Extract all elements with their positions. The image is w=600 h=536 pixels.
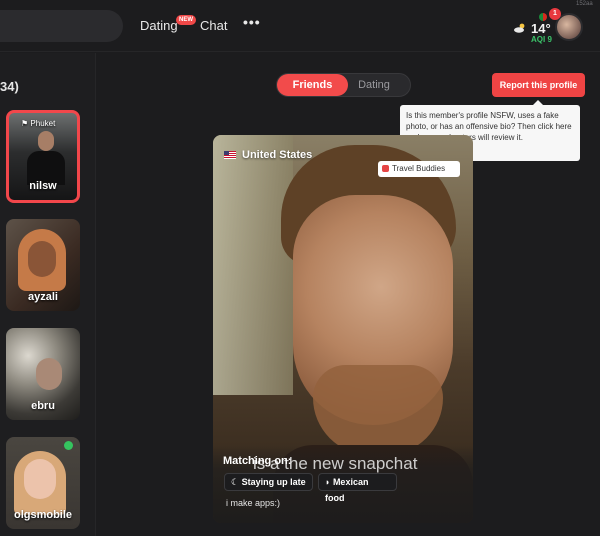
sidebar-profile-nilsw[interactable]: ⚑ Phuket nilsw xyxy=(6,110,80,203)
nav-dating-link[interactable]: Dating xyxy=(140,18,178,33)
online-status-dot xyxy=(64,441,73,450)
sidebar-profile-ayzali[interactable]: ayzali xyxy=(6,219,80,311)
suitcase-icon xyxy=(382,165,389,172)
photo-background xyxy=(213,135,293,395)
travel-buddies-badge: Travel Buddies xyxy=(378,161,460,177)
tab-friends[interactable]: Friends xyxy=(277,74,348,96)
interest-tag[interactable]: ☾ Staying up late xyxy=(224,473,313,491)
new-badge: NEW xyxy=(176,15,196,25)
photo-beard xyxy=(313,365,443,455)
corner-code: 152aa xyxy=(576,1,593,7)
aqi-value: AQI 9 xyxy=(531,35,552,44)
thumb-name: olgsmobile xyxy=(13,509,73,521)
thumb-name: nilsw xyxy=(29,180,57,192)
search-input[interactable] xyxy=(0,10,123,42)
sidebar-profile-olgsmobile[interactable]: olgsmobile xyxy=(6,437,80,529)
us-flag-icon xyxy=(224,151,236,159)
taco-icon: ◗ xyxy=(325,477,333,487)
nav-chat-link[interactable]: Chat xyxy=(200,18,227,33)
cloud-sun-icon xyxy=(514,23,525,33)
report-profile-button[interactable]: Report this profile xyxy=(492,73,585,97)
sidebar-profile-ebru[interactable]: ebru xyxy=(6,328,80,420)
sidebar-heading: 34) xyxy=(0,79,19,94)
thumb-name: ayzali xyxy=(28,291,58,303)
thumb-location-text: Phuket xyxy=(30,119,56,128)
profile-photo xyxy=(36,358,62,390)
matching-label: Matching on: xyxy=(223,455,292,467)
interest-tag-label: Staying up late xyxy=(241,477,306,487)
notification-badge[interactable]: 1 xyxy=(549,8,561,20)
profile-photo xyxy=(28,241,56,277)
thumb-location: ⚑ Phuket xyxy=(21,119,56,128)
more-menu-button[interactable]: ••• xyxy=(243,14,261,30)
tab-dating[interactable]: Dating xyxy=(348,74,400,96)
thumb-name: ebru xyxy=(31,400,55,412)
moon-icon: ☾ xyxy=(231,477,242,487)
profile-photo xyxy=(38,131,54,151)
temperature-value: 14° xyxy=(531,21,551,36)
country-flag-icon xyxy=(539,13,547,21)
profile-country: United States xyxy=(242,149,313,161)
profile-bio: i make apps:) xyxy=(226,498,281,508)
travel-badge-label: Travel Buddies xyxy=(392,164,446,173)
interest-tag[interactable]: ◗ Mexican food xyxy=(318,473,397,503)
profile-photo xyxy=(24,459,56,499)
